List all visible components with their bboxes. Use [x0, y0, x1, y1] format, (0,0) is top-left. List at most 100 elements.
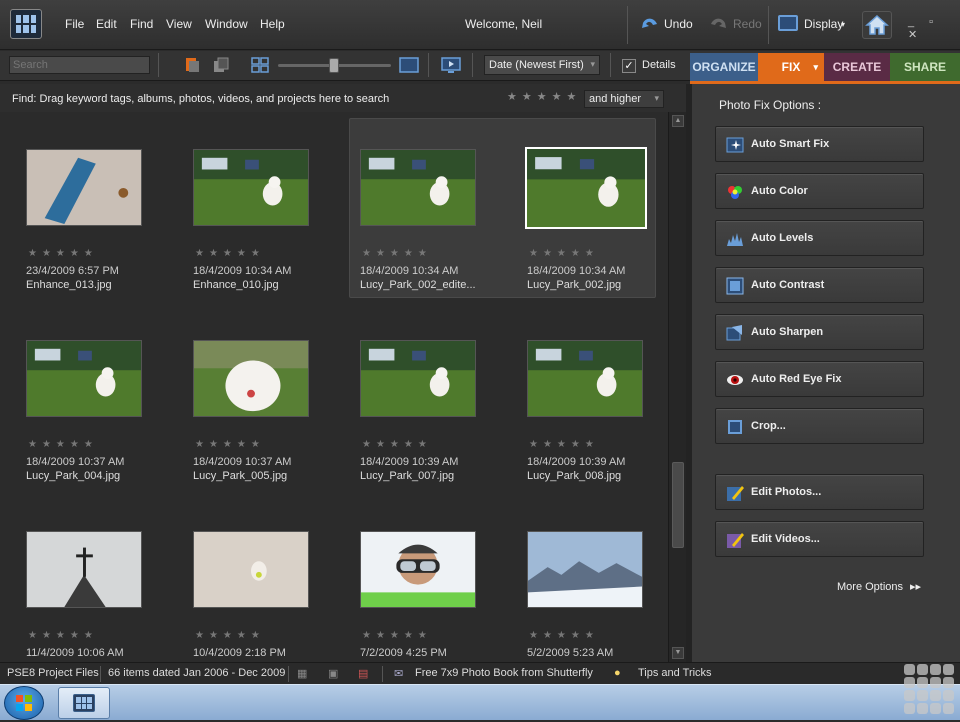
undo-button[interactable]: Undo [664, 17, 693, 31]
chevron-down-icon[interactable]: ▾ [813, 53, 818, 81]
auto-red-eye-fix-button[interactable]: Auto Red Eye Fix [715, 361, 924, 397]
star-rating[interactable]: ★★★★★ [195, 630, 265, 641]
divider [288, 666, 289, 682]
tab-fix[interactable]: FIX ▾ [758, 53, 824, 81]
photo-date: 18/4/2009 10:34 AM [360, 265, 459, 277]
auto-sharpen-button[interactable]: Auto Sharpen [715, 314, 924, 350]
auto-smart-fix-button[interactable]: Auto Smart Fix [715, 126, 924, 162]
photo-date: 18/4/2009 10:34 AM [193, 265, 292, 277]
photo-date: 11/4/2009 10:06 AM [26, 647, 124, 659]
vertical-scrollbar[interactable]: ▲ ▼ [668, 112, 686, 662]
star-rating[interactable]: ★★★★★ [28, 439, 98, 450]
photo-thumbnail[interactable] [525, 147, 647, 229]
star-rating[interactable]: ★★★★★ [362, 630, 432, 641]
fix-button-label: Auto Contrast [751, 279, 825, 291]
photo-thumbnail[interactable] [193, 531, 309, 608]
tab-create[interactable]: CREATE [824, 53, 890, 81]
menu-help[interactable]: Help [260, 17, 285, 31]
red-eye-icon [727, 375, 743, 385]
undo-icon[interactable] [640, 14, 660, 34]
star-rating[interactable]: ★★★★★ [362, 248, 432, 259]
slideshow-icon[interactable] [441, 56, 461, 74]
divider [610, 53, 611, 77]
photo-thumbnail[interactable] [26, 531, 142, 608]
photo-thumbnail[interactable] [26, 149, 142, 226]
divider [382, 666, 383, 682]
auto-color-button[interactable]: Auto Color [715, 173, 924, 209]
lightbulb-icon: ● [614, 667, 621, 679]
menu-view[interactable]: View [166, 17, 192, 31]
search-input[interactable] [9, 56, 150, 74]
home-button[interactable] [862, 11, 892, 39]
fix-button-label: Crop... [751, 420, 786, 432]
double-chevron-right-icon[interactable]: ▸▸ [910, 580, 921, 593]
more-options-link[interactable]: More Options [837, 581, 903, 593]
photo-date: 10/4/2009 2:18 PM [193, 647, 286, 659]
crop-button[interactable]: Crop... [715, 408, 924, 444]
star-rating[interactable]: ★★★★★ [195, 248, 265, 259]
menu-window[interactable]: Window [205, 17, 248, 31]
star-rating[interactable]: ★★★★★ [529, 439, 599, 450]
divider [627, 6, 628, 44]
app-icon[interactable] [10, 9, 42, 39]
display-dropdown-arrow[interactable]: ▾ [841, 20, 845, 29]
star-rating[interactable]: ★★★★★ [28, 630, 98, 641]
photo-date: 23/4/2009 6:57 PM [26, 265, 119, 277]
divider [768, 6, 769, 44]
menu-edit[interactable]: Edit [96, 17, 117, 31]
star-rating[interactable]: ★★★★★ [28, 248, 98, 259]
scrollbar-thumb[interactable] [672, 462, 684, 548]
fix-button-label: Edit Videos... [751, 533, 820, 545]
redo-icon[interactable] [708, 14, 728, 34]
grid-view-icon[interactable] [251, 56, 269, 74]
photo-filename: Lucy_Park_007.jpg [360, 470, 455, 482]
photo-thumbnail[interactable] [360, 531, 476, 608]
shutterfly-promo-link[interactable]: Free 7x9 Photo Book from Shutterfly [415, 667, 593, 679]
display-icon[interactable] [778, 15, 798, 31]
sort-order-select[interactable]: Date (Newest First) ▾ [484, 55, 600, 75]
home-icon [865, 14, 889, 35]
auto-levels-button[interactable]: Auto Levels [715, 220, 924, 256]
lock-icon[interactable]: ▣ [328, 667, 338, 680]
photo-thumbnail[interactable] [527, 340, 643, 417]
star-rating[interactable]: ★★★★★ [529, 630, 599, 641]
crop-icon [728, 420, 742, 434]
stack-icon[interactable] [212, 56, 230, 74]
tips-and-tricks-link[interactable]: Tips and Tricks [638, 667, 712, 679]
single-photo-view-icon[interactable] [399, 56, 419, 74]
fix-button-label: Auto Levels [751, 232, 814, 244]
start-button[interactable] [4, 686, 44, 720]
rating-filter-select[interactable]: and higher ▾ [584, 90, 664, 108]
fix-button-label: Auto Red Eye Fix [751, 373, 842, 385]
window-controls[interactable]: _ ▫ ✕ [908, 16, 960, 41]
thumbnail-size-slider-handle[interactable] [329, 58, 339, 73]
display-button[interactable]: Display [804, 17, 843, 31]
taskbar-pse-button[interactable] [58, 687, 110, 719]
photo-thumbnail[interactable] [193, 340, 309, 417]
menu-find[interactable]: Find [130, 17, 153, 31]
details-checkbox[interactable]: ✓ [622, 59, 636, 73]
photo-thumbnail[interactable] [26, 340, 142, 417]
fix-panel: Photo Fix Options : Auto Smart Fix Auto C… [692, 84, 960, 662]
timeline-icon[interactable]: ▦ [297, 667, 307, 680]
tab-organize[interactable]: ORGANIZE [690, 53, 758, 81]
star-rating[interactable]: ★★★★★ [195, 439, 265, 450]
media-type-icon[interactable] [183, 56, 201, 74]
star-rating[interactable]: ★★★★★ [529, 248, 599, 259]
scroll-up-button[interactable]: ▲ [672, 115, 684, 127]
photo-thumbnail[interactable] [193, 149, 309, 226]
edit-videos-button[interactable]: Edit Videos... [715, 521, 924, 557]
edit-photos-button[interactable]: Edit Photos... [715, 474, 924, 510]
star-rating[interactable]: ★★★★★ [362, 439, 432, 450]
photo-date: 18/4/2009 10:37 AM [193, 456, 292, 468]
notification-icon[interactable]: ▤ [358, 667, 368, 680]
rating-filter-stars[interactable]: ★★★★★ [507, 90, 581, 103]
redo-button[interactable]: Redo [733, 17, 762, 31]
menu-file[interactable]: File [65, 17, 84, 31]
photo-thumbnail[interactable] [360, 149, 476, 226]
photo-thumbnail[interactable] [527, 531, 643, 608]
tab-share[interactable]: SHARE [890, 53, 960, 81]
auto-contrast-button[interactable]: Auto Contrast [715, 267, 924, 303]
photo-thumbnail[interactable] [360, 340, 476, 417]
scroll-down-button[interactable]: ▼ [672, 647, 684, 659]
